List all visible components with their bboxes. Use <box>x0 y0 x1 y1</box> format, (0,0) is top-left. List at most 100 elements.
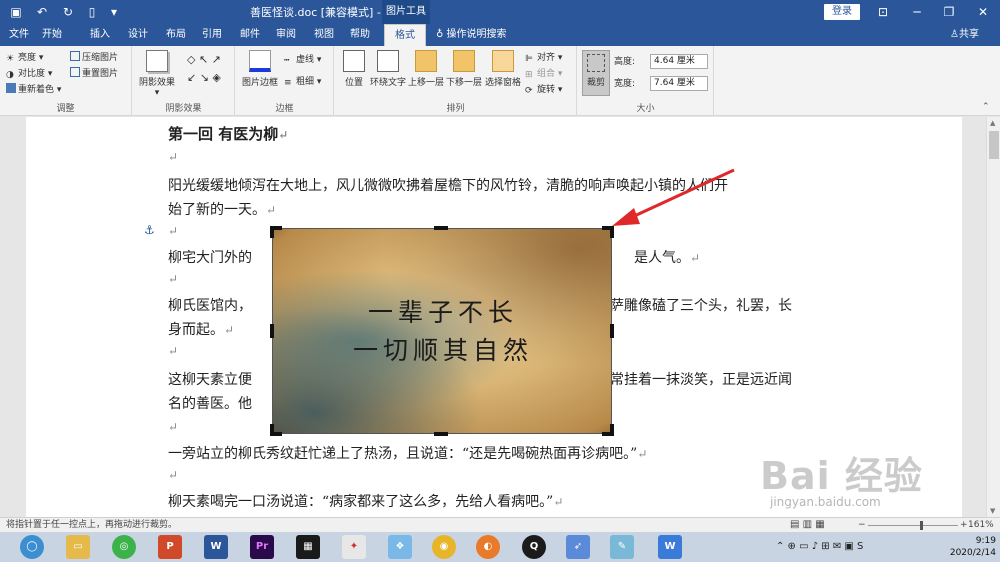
width-input[interactable]: 7.64 厘米 <box>650 76 708 91</box>
close-icon[interactable]: ✕ <box>966 0 1000 24</box>
powerpoint-icon[interactable]: P <box>158 535 182 559</box>
send-backward-button[interactable]: 下移一层 <box>445 50 483 88</box>
shadow-nudge-icons[interactable]: ◇ ↖ ↗ <box>187 52 221 68</box>
tab-insert[interactable]: 插入 <box>84 24 116 46</box>
chrome-icon[interactable]: ◉ <box>432 535 456 559</box>
crop-handle-bottom-right-v[interactable] <box>610 424 614 436</box>
group-icon: ⊞ <box>525 70 533 80</box>
start-search-icon[interactable]: ◯ <box>20 535 44 559</box>
compress-pictures-button[interactable]: 压缩图片 <box>70 50 118 66</box>
position-button[interactable]: 位置 <box>339 50 369 88</box>
crop-handle-top[interactable] <box>434 226 448 230</box>
paragraph-mark: ↵ <box>168 150 179 164</box>
tab-file[interactable]: 文件 <box>4 24 34 46</box>
app-icon-blue[interactable]: ❖ <box>388 535 412 559</box>
tab-review[interactable]: 审阅 <box>270 24 302 46</box>
paragraph-2a: 柳宅大门外的 <box>168 250 252 266</box>
system-tray-icons[interactable]: ⌃ ⊕ ▭ ♪ ⊞ ✉ ▣ S <box>776 541 863 552</box>
scroll-up-icon[interactable]: ▲ <box>990 119 995 127</box>
qq-icon[interactable]: Q <box>522 535 546 559</box>
system-clock[interactable]: 9:19 2020/2/14 <box>944 535 996 559</box>
picture-border-label: 图片边框 <box>241 78 278 88</box>
crop-handle-top-left-v[interactable] <box>270 226 274 238</box>
shadow-effect-button[interactable]: 阴影效果 ▾ <box>137 50 177 98</box>
crop-handle-bottom[interactable] <box>434 432 448 436</box>
tab-design[interactable]: 设计 <box>122 24 154 46</box>
scroll-down-icon[interactable]: ▼ <box>990 507 995 515</box>
weight-button[interactable]: ≡ 粗细 ▾ <box>284 74 321 90</box>
scroll-thumb[interactable] <box>989 131 999 159</box>
dashes-icon: ┅ <box>284 56 290 66</box>
tab-layout[interactable]: 布局 <box>160 24 192 46</box>
redo-icon[interactable]: ↻ <box>60 4 76 20</box>
app-icon-swift[interactable]: ➶ <box>566 535 590 559</box>
tab-help[interactable]: 帮助 <box>344 24 376 46</box>
tab-references[interactable]: 引用 <box>196 24 228 46</box>
tab-home[interactable]: 开始 <box>36 24 68 46</box>
anchor-icon[interactable]: ⚓ <box>144 223 155 237</box>
video-editor-icon[interactable]: ▦ <box>296 535 320 559</box>
undo-icon[interactable]: ↶ <box>34 4 50 20</box>
crop-handle-bottom-left-v[interactable] <box>270 424 274 436</box>
baidu-watermark-url: jingyan.baidu.com <box>770 495 881 509</box>
wrap-text-button[interactable]: 环绕文字 <box>369 50 407 88</box>
group-objects-button[interactable]: ⊞ 组合 ▾ <box>525 66 562 82</box>
lightbulb-icon: ♁ <box>436 29 447 40</box>
rotate-button[interactable]: ⟳ 旋转 ▾ <box>525 82 562 98</box>
zoom-out-icon[interactable]: − <box>858 518 866 532</box>
new-doc-icon[interactable]: ▯ <box>84 4 100 20</box>
zoom-in-icon[interactable]: + <box>960 518 968 532</box>
shadow-effect-icon <box>146 50 168 72</box>
zoom-slider-knob[interactable] <box>920 521 923 530</box>
app-icon-orange[interactable]: ◐ <box>476 535 500 559</box>
paragraph-mark-line: ↵ <box>168 419 178 435</box>
dashes-button[interactable]: ┅ 虚线 ▾ <box>284 52 321 68</box>
file-explorer-icon[interactable]: ▭ <box>66 535 90 559</box>
tab-mailings[interactable]: 邮件 <box>234 24 266 46</box>
tell-me-search[interactable]: ♁ 操作说明搜索 <box>436 24 507 46</box>
reset-picture-button[interactable]: 重置图片 <box>70 66 118 82</box>
wechat-icon[interactable]: ◎ <box>112 535 136 559</box>
app-icon-w[interactable]: W <box>658 535 682 559</box>
zoom-slider-track[interactable] <box>868 525 958 526</box>
minimize-icon[interactable]: ─ <box>900 0 934 24</box>
paragraph-mark: ↵ <box>637 447 648 461</box>
login-button[interactable]: 登录 <box>824 4 860 20</box>
paragraph-mark-line: ↵ <box>168 223 178 239</box>
premiere-icon[interactable]: Pr <box>250 535 274 559</box>
save-icon[interactable]: ▣ <box>8 4 24 20</box>
app-icon-red-green[interactable]: ✦ <box>342 535 366 559</box>
share-button[interactable]: ♙共享 <box>950 24 979 46</box>
group-label-shadow: 阴影效果 <box>165 104 202 114</box>
contrast-button[interactable]: ◑ 对比度 ▾ <box>6 66 52 82</box>
view-mode-icons[interactable]: ▤ ▥ ▦ <box>790 518 825 532</box>
crop-handle-right[interactable] <box>610 324 614 338</box>
brightness-button[interactable]: ☀ 亮度 ▾ <box>6 50 43 66</box>
paragraph-1b: 始了新的一天。↵ <box>168 199 276 219</box>
vertical-scrollbar[interactable]: ▲ ▼ <box>986 117 1000 517</box>
inserted-picture[interactable]: 一辈子不长 一切顺其自然 <box>272 228 612 434</box>
brightness-label: 亮度 <box>18 53 37 63</box>
selection-pane-button[interactable]: 选择窗格 <box>483 50 523 88</box>
collapse-ribbon-icon[interactable]: ⌃ <box>982 102 990 112</box>
group-label-border: 边框 <box>275 104 294 114</box>
recolor-button[interactable]: 重新着色 ▾ <box>6 82 61 98</box>
notepad-icon[interactable]: ✎ <box>610 535 634 559</box>
picture-border-button[interactable]: 图片边框 <box>240 50 280 88</box>
crop-handle-left[interactable] <box>270 324 274 338</box>
word-icon[interactable]: W <box>204 535 228 559</box>
zoom-level[interactable]: 161% <box>968 518 994 532</box>
align-button[interactable]: ⊫ 对齐 ▾ <box>525 50 562 66</box>
crop-button[interactable]: 裁剪 <box>582 50 610 96</box>
paragraph-mark: ↵ <box>224 323 235 337</box>
tab-view[interactable]: 视图 <box>308 24 340 46</box>
tab-format[interactable]: 格式 <box>384 24 426 46</box>
ribbon-display-icon[interactable]: ⊡ <box>866 0 900 24</box>
weight-label: 粗细 <box>296 77 315 87</box>
person-icon: ♙ <box>950 29 959 40</box>
customize-qat-icon[interactable]: ▾ <box>106 4 122 20</box>
bring-forward-button[interactable]: 上移一层 <box>407 50 445 88</box>
restore-icon[interactable]: ❐ <box>932 0 966 24</box>
shadow-nudge-icons-2[interactable]: ↙ ↘ ◈ <box>187 70 221 86</box>
height-input[interactable]: 4.64 厘米 <box>650 54 708 69</box>
